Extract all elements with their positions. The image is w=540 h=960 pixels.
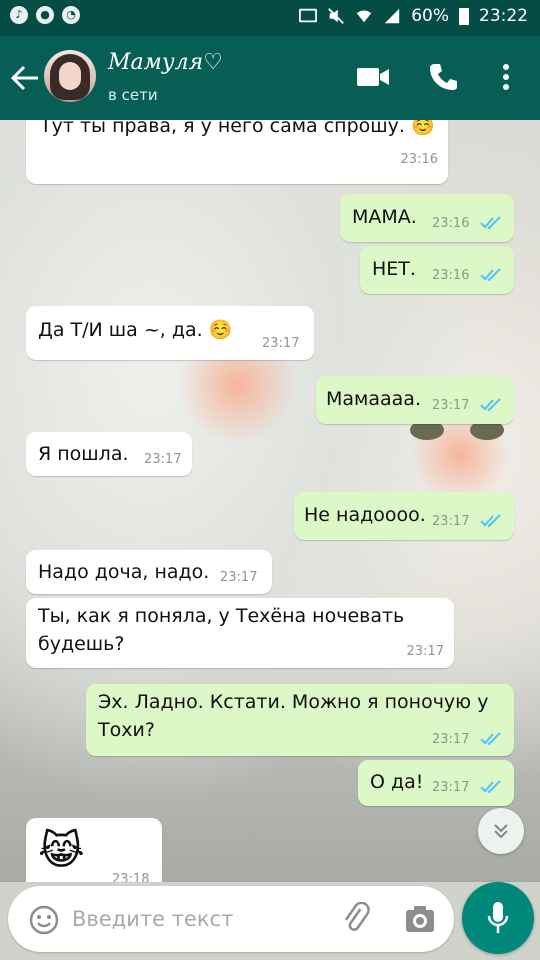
camera-icon[interactable] [404,904,436,934]
app-notification-icon: ◔ [62,6,80,24]
battery-percent: 60% [411,6,449,26]
clock: 23:22 [479,6,528,26]
voice-message-button[interactable] [462,882,534,954]
notification-icon: ♪ [10,6,28,24]
read-receipt-icon [480,216,501,230]
avatar[interactable] [44,50,96,102]
message-outgoing[interactable]: НЕТ. 23:16 [360,246,514,294]
camera-notification-icon: ● [36,6,54,24]
message-incoming[interactable]: Тут ты права, я у него сама спрошу. ☺️ 2… [26,120,448,184]
paperclip-icon[interactable] [340,902,372,936]
message-outgoing[interactable]: О да! 23:17 [358,760,514,806]
message-outgoing[interactable]: Не надоооо. 23:17 [294,492,514,540]
wifi-icon [357,10,372,23]
read-receipt-icon [480,780,501,794]
scroll-to-bottom-button[interactable] [478,808,524,854]
battery-icon [459,8,469,25]
read-receipt-icon [480,268,501,282]
message-incoming[interactable]: Надо доча, надо. 23:17 [26,550,272,594]
read-receipt-icon [480,398,501,412]
mute-icon [328,8,345,24]
read-receipt-icon [480,732,501,746]
emoji-icon[interactable] [28,904,60,936]
signal-icon [385,8,400,24]
message-composer [8,886,454,952]
double-chevron-down-icon [494,824,508,839]
message-incoming[interactable]: Ты, как я поняла, у Техёна ночевать буде… [26,598,454,668]
video-call-icon[interactable] [356,64,390,90]
message-outgoing[interactable]: Мамаааа. 23:17 [316,376,514,424]
message-input[interactable] [72,902,322,936]
status-bar: ♪ ● ◔ 60% 23:22 [0,0,540,36]
overflow-menu-icon[interactable] [496,62,516,92]
message-outgoing[interactable]: МАМА. 23:16 [340,194,514,242]
read-receipt-icon [480,514,501,528]
message-incoming-emoji[interactable]: 😹 23:18 [26,818,162,882]
contact-status: в сети [108,86,158,104]
phone-call-icon[interactable] [428,62,458,92]
cast-icon [299,8,318,23]
message-incoming[interactable]: Да Т/И ша ~, да. ☺️ 23:17 [26,306,314,360]
microphone-icon [487,902,509,933]
chat-area[interactable]: Тут ты права, я у него сама спрошу. ☺️ 2… [0,120,540,882]
contact-name[interactable]: Мамуля♡ [108,50,223,75]
chat-header: Мамуля♡ в сети [0,36,540,120]
back-arrow-icon[interactable] [8,58,42,98]
message-outgoing[interactable]: Эх. Ладно. Кстати. Можно я поночую у Тох… [86,684,514,756]
message-incoming[interactable]: Я пошла. 23:17 [26,432,192,476]
